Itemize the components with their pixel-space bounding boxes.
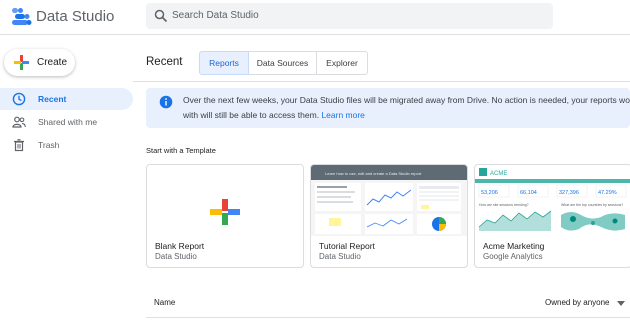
banner-text: Over the next few weeks, your Data Studi… (183, 95, 630, 105)
templates-title: Start with a Template (146, 146, 216, 155)
tab-reports[interactable]: Reports (199, 51, 249, 75)
template-card-tutorial-report[interactable]: Learn how to use, edit and create a Data… (310, 164, 468, 268)
app-title: Data Studio (36, 8, 115, 25)
acme-stat: 47.29% (598, 190, 617, 196)
data-studio-logo-icon[interactable] (11, 6, 33, 28)
acme-brand-text: ACME (490, 171, 507, 177)
people-icon (12, 116, 26, 128)
acme-question: What are the top countries by sessions? (561, 203, 623, 207)
template-subtitle: Google Analytics (483, 252, 543, 261)
info-icon (159, 95, 173, 109)
sidebar-item-recent[interactable]: Recent (0, 88, 133, 110)
search-input[interactable]: Search Data Studio (172, 10, 259, 21)
sidebar-item-label: Trash (38, 140, 60, 150)
template-subtitle: Data Studio (155, 252, 197, 261)
acme-question: How are site sessions trending? (479, 203, 529, 207)
column-name[interactable]: Name (154, 298, 175, 307)
template-title: Acme Marketing (483, 241, 545, 251)
blank-report-thumbnail (147, 165, 303, 236)
sidebar-item-shared[interactable]: Shared with me (0, 111, 133, 133)
tab-bar: Reports Data Sources Explorer (199, 51, 368, 75)
tab-data-sources[interactable]: Data Sources (249, 51, 317, 75)
search-icon (154, 9, 168, 23)
clock-icon (12, 92, 26, 106)
acme-stat: 53,206 (481, 190, 498, 196)
template-subtitle: Data Studio (319, 252, 361, 261)
top-bar: Data Studio Search Data Studio (0, 0, 630, 35)
template-card-acme-marketing[interactable]: ACME 53,206 66,104 327,396 47.29% How ar… (474, 164, 630, 268)
banner-text-part: with will still be able to access them. (183, 110, 320, 120)
page-title: Recent (146, 56, 183, 68)
learn-more-link[interactable]: Learn more (321, 110, 364, 120)
tutorial-header-text: Learn how to use, edit and create a Data… (325, 171, 422, 176)
tab-explorer[interactable]: Explorer (317, 51, 368, 75)
tutorial-report-thumbnail: Learn how to use, edit and create a Data… (311, 165, 467, 236)
create-button[interactable]: Create (4, 49, 75, 76)
create-label: Create (37, 57, 68, 68)
sidebar-item-label: Recent (38, 94, 67, 104)
migration-banner: Over the next few weeks, your Data Studi… (146, 88, 630, 128)
dropdown-arrow-icon[interactable] (617, 301, 625, 306)
owner-filter-dropdown[interactable]: Owned by anyone (545, 298, 610, 307)
template-card-blank-report[interactable]: Blank Report Data Studio (146, 164, 304, 268)
plus-icon (14, 55, 29, 70)
sidebar-item-label: Shared with me (38, 117, 98, 127)
divider (133, 81, 630, 82)
acme-stat: 327,396 (559, 190, 579, 196)
search-box[interactable]: Search Data Studio (146, 3, 553, 29)
sidebar-item-trash[interactable]: Trash (0, 134, 133, 156)
trash-icon (14, 139, 24, 152)
acme-stat: 66,104 (520, 190, 537, 196)
acme-marketing-thumbnail: ACME 53,206 66,104 327,396 47.29% How ar… (475, 165, 630, 236)
template-title: Blank Report (155, 241, 205, 251)
file-list-header: Name Owned by anyone (146, 287, 630, 318)
template-title: Tutorial Report (319, 241, 375, 251)
banner-text-line2: with will still be able to access them. … (183, 110, 365, 120)
